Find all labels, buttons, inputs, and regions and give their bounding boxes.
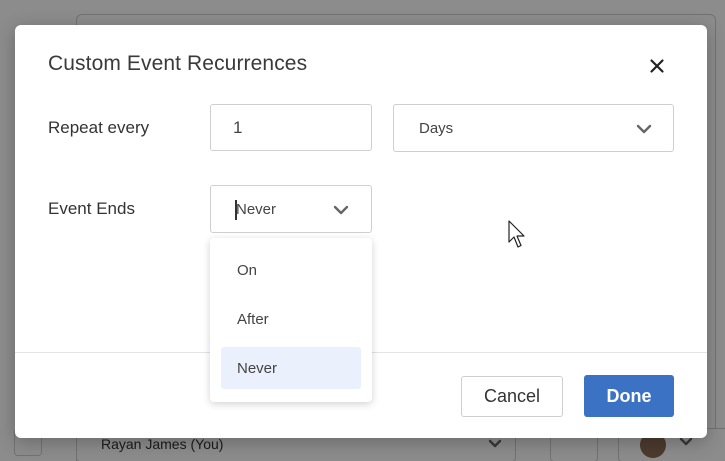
repeat-unit-value: Days xyxy=(419,120,454,137)
event-ends-value: Never xyxy=(236,201,277,218)
option-never[interactable]: Never xyxy=(221,347,361,389)
done-button[interactable]: Done xyxy=(584,375,674,417)
chevron-down-icon xyxy=(635,121,653,142)
event-ends-select[interactable]: Never xyxy=(210,185,372,233)
repeat-interval-input[interactable] xyxy=(211,105,371,150)
chevron-down-icon xyxy=(332,202,350,223)
dialog-title: Custom Event Recurrences xyxy=(48,52,308,75)
repeat-every-label: Repeat every xyxy=(48,118,150,137)
mouse-pointer-icon xyxy=(508,220,528,255)
event-ends-dropdown: On After Never xyxy=(210,238,372,402)
close-icon xyxy=(650,59,664,73)
repeat-unit-select[interactable]: Days xyxy=(393,104,674,152)
repeat-interval-field[interactable] xyxy=(210,104,372,151)
option-after[interactable]: After xyxy=(221,298,361,340)
close-button[interactable] xyxy=(644,53,670,79)
event-ends-label: Event Ends xyxy=(48,199,135,218)
option-on[interactable]: On xyxy=(221,249,361,291)
cancel-button[interactable]: Cancel xyxy=(461,376,563,417)
